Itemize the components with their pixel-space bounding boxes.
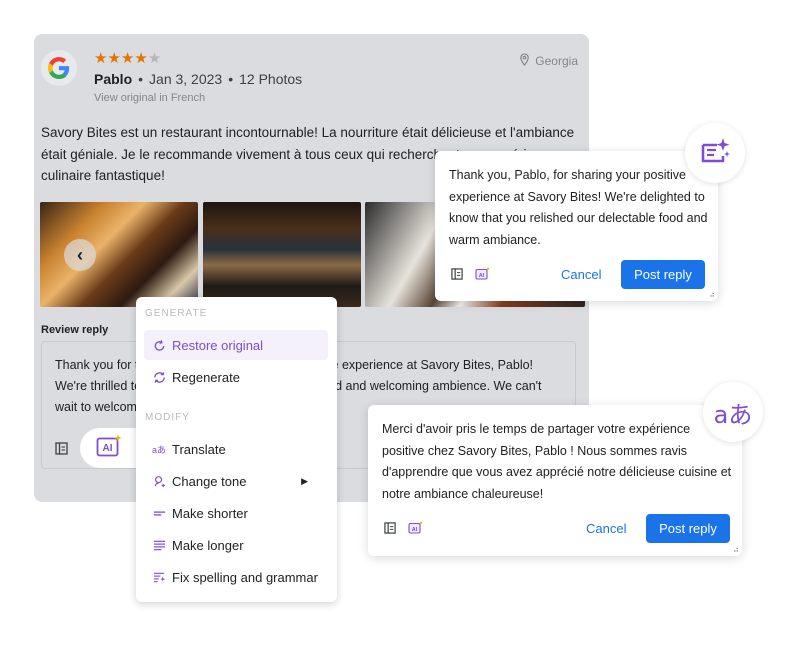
menu-item-translate[interactable]: aあ Translate	[144, 434, 328, 464]
separator-dot: •	[138, 71, 144, 87]
resize-handle-icon[interactable]: ⠴	[709, 291, 715, 299]
submenu-arrow-icon: ▶	[301, 475, 308, 486]
location: Georgia	[519, 53, 578, 69]
review-photo[interactable]: ‹	[40, 202, 198, 307]
make-shorter-icon	[152, 507, 166, 520]
translate-icon: aあ	[152, 444, 167, 455]
menu-item-fix-spelling[interactable]: Fix spelling and grammar	[144, 562, 328, 592]
menu-section-generate: GENERATE	[145, 308, 208, 319]
menu-item-change-tone[interactable]: Change tone ▶	[144, 466, 328, 496]
review-photo[interactable]	[203, 202, 361, 307]
post-reply-button[interactable]: Post reply	[621, 260, 705, 289]
separator-dot: •	[228, 71, 234, 87]
regenerate-icon	[152, 371, 166, 384]
menu-item-regenerate[interactable]: Regenerate	[144, 362, 328, 392]
menu-item-label: Restore original	[172, 337, 264, 353]
menu-item-label: Translate	[172, 441, 226, 457]
star-empty-icon: ★	[147, 50, 162, 67]
menu-item-label: Make longer	[172, 537, 244, 553]
svg-text:AI: AI	[412, 527, 418, 533]
translate-badge: aあ	[703, 382, 763, 442]
popup-toolbar: AI	[451, 267, 490, 280]
svg-text:AI: AI	[479, 273, 485, 279]
photos-count[interactable]: 12 Photos	[239, 71, 302, 87]
menu-item-make-shorter[interactable]: Make shorter	[144, 498, 328, 528]
star-icon: ★	[120, 50, 135, 67]
menu-item-make-longer[interactable]: Make longer	[144, 530, 328, 560]
view-original-link[interactable]: View original in French	[94, 92, 205, 104]
menu-item-label: Make shorter	[172, 505, 248, 521]
ai-assist-icon[interactable]: AI	[475, 267, 490, 280]
reviewer-name: Pablo	[94, 71, 133, 87]
fix-spelling-icon	[152, 571, 166, 584]
ai-assist-icon[interactable]: AI	[408, 521, 423, 534]
generated-reply-text[interactable]: Thank you, Pablo, for sharing your posit…	[449, 165, 711, 251]
svg-text:AI: AI	[103, 443, 113, 454]
review-date: Jan 3, 2023	[149, 71, 223, 87]
star-rating: ★★★★★	[94, 51, 161, 67]
cancel-button[interactable]: Cancel	[586, 521, 626, 536]
location-pin-icon	[519, 53, 530, 69]
star-icon: ★	[134, 50, 148, 67]
template-icon[interactable]	[384, 521, 396, 534]
template-icon[interactable]	[55, 441, 68, 455]
star-icon: ★	[94, 50, 108, 67]
review-reply-label: Review reply	[41, 324, 109, 336]
google-logo-icon	[41, 50, 77, 86]
translated-reply-popup: Merci d'avoir pris le temps de partager …	[368, 405, 742, 556]
menu-item-label: Change tone	[172, 473, 247, 489]
location-name: Georgia	[535, 54, 578, 68]
review-meta: Pablo • Jan 3, 2023 • 12 Photos	[94, 71, 302, 87]
menu-item-restore-original[interactable]: Restore original	[144, 330, 328, 360]
change-tone-icon	[152, 475, 166, 488]
ai-sparkle-icon: AI	[96, 434, 124, 463]
translated-reply-text[interactable]: Merci d'avoir pris le temps de partager …	[382, 419, 734, 505]
menu-section-modify: MODIFY	[145, 412, 190, 423]
menu-item-label: Fix spelling and grammar	[172, 569, 318, 585]
make-longer-icon	[152, 539, 166, 552]
template-icon[interactable]	[451, 267, 463, 280]
post-reply-button[interactable]: Post reply	[646, 514, 730, 543]
star-icon: ★	[107, 50, 121, 67]
popup-toolbar: AI	[384, 521, 423, 534]
ai-generate-badge	[685, 123, 745, 183]
resize-handle-icon[interactable]: ⠴	[733, 546, 739, 554]
ai-text-sparkle-icon	[699, 136, 731, 171]
cancel-button[interactable]: Cancel	[561, 267, 601, 282]
generated-reply-popup: Thank you, Pablo, for sharing your posit…	[435, 151, 718, 301]
ai-options-menu: GENERATE Restore original Regenerate MOD…	[136, 297, 337, 602]
restore-icon	[152, 339, 166, 352]
previous-photo-button[interactable]: ‹	[64, 239, 96, 271]
menu-item-label: Regenerate	[172, 369, 240, 385]
translate-icon: aあ	[713, 400, 753, 429]
